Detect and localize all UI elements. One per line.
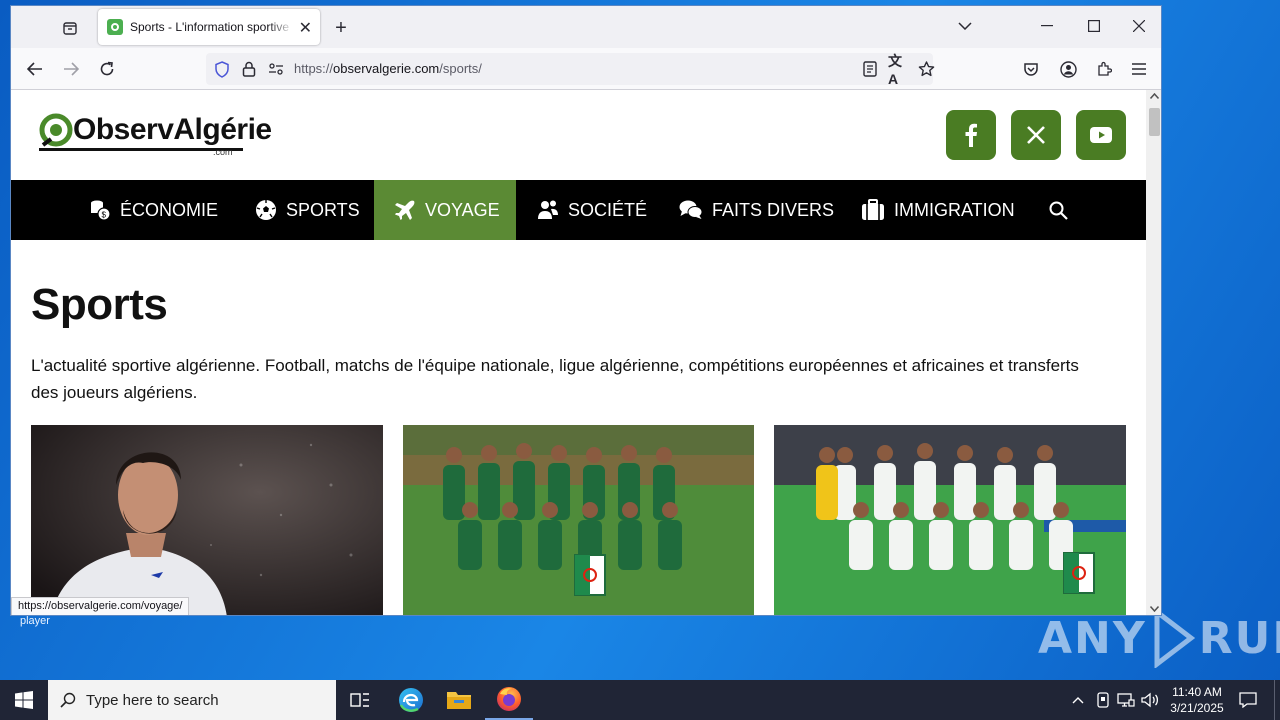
scroll-down-arrow-icon[interactable]: [1150, 606, 1159, 612]
url-text[interactable]: https://observalgerie.com/sports/: [294, 61, 482, 76]
youtube-icon: [1090, 127, 1112, 143]
search-icon: [1049, 201, 1068, 220]
firefox-taskbar-button[interactable]: [485, 680, 533, 720]
bookmark-star-icon[interactable]: [916, 59, 936, 79]
volume-icon[interactable]: [1141, 691, 1159, 709]
network-icon[interactable]: [1117, 691, 1135, 709]
nav-item-societe[interactable]: SOCIÉTÉ: [537, 180, 647, 240]
clock-time: 11:40 AM: [1172, 685, 1222, 699]
folder-icon: [447, 692, 471, 709]
close-window-icon[interactable]: [1129, 16, 1149, 36]
tray-device-icon[interactable]: [1094, 691, 1112, 709]
people-icon: [538, 200, 558, 219]
tab-bar: Sports - L'information sportive algérien…: [11, 6, 1161, 48]
player-photo: [31, 425, 383, 615]
logo-subtext: .com: [213, 147, 233, 157]
translate-icon[interactable]: 文A: [888, 53, 908, 87]
x-icon: [1027, 126, 1045, 144]
youtube-button[interactable]: [1076, 110, 1126, 160]
facebook-icon: [965, 123, 977, 147]
reader-view-icon[interactable]: [860, 59, 880, 79]
navigation-toolbar: https://observalgerie.com/sports/ 文A: [11, 48, 1161, 90]
suitcase-icon: [862, 199, 884, 220]
watermark-play-icon: [1154, 608, 1195, 668]
site-favicon-icon: [107, 19, 123, 35]
new-tab-icon[interactable]: +: [329, 16, 353, 40]
edge-icon: [399, 688, 423, 712]
plane-icon: [395, 200, 415, 220]
list-tabs-chevron-down-icon[interactable]: [955, 16, 975, 36]
firefox-icon: [497, 687, 521, 711]
tray-chevron-up-icon[interactable]: [1070, 692, 1086, 708]
nav-item-sports[interactable]: SPORTS: [255, 180, 360, 240]
search-icon: [60, 692, 76, 708]
article-card-image-player[interactable]: [31, 425, 383, 615]
scroll-up-arrow-icon[interactable]: [1150, 93, 1159, 99]
nav-item-immigration[interactable]: IMMIGRATION: [861, 180, 1015, 240]
page-scrollbar[interactable]: [1146, 90, 1161, 615]
watermark-text-left: ANY: [1038, 612, 1147, 664]
facebook-button[interactable]: [946, 110, 996, 160]
browser-window: Sports - L'information sportive algérien…: [10, 5, 1162, 616]
article-card-image-team-white[interactable]: [774, 425, 1126, 615]
taskbar-search-box[interactable]: Type here to search: [48, 680, 336, 720]
windows-taskbar: Type here to search 11:40 AM 3/21/2025: [0, 680, 1280, 720]
team-green-photo: [403, 425, 754, 615]
file-explorer-taskbar-button[interactable]: [435, 680, 483, 720]
article-card-image-team-green[interactable]: [403, 425, 754, 615]
account-icon[interactable]: [1058, 59, 1078, 79]
site-logo[interactable]: ObservAlgérie .com: [39, 112, 272, 157]
tray-clock[interactable]: 11:40 AM 3/21/2025: [1165, 684, 1229, 716]
x-twitter-button[interactable]: [1011, 110, 1061, 160]
main-navigation: $ ÉCONOMIE SPORTS VOYAGE SOCIÉTÉ FAITS D…: [11, 180, 1146, 240]
anyrun-watermark: ANY RUN: [1038, 608, 1280, 668]
maximize-icon[interactable]: [1084, 16, 1104, 36]
nav-item-voyage[interactable]: VOYAGE: [374, 180, 516, 240]
reload-icon[interactable]: [97, 59, 117, 79]
nav-item-faits-divers[interactable]: FAITS DIVERS: [679, 180, 834, 240]
search-placeholder: Type here to search: [86, 691, 219, 709]
url-bar[interactable]: https://observalgerie.com/sports/ 文A: [206, 53, 936, 87]
back-arrow-icon[interactable]: [25, 59, 45, 79]
notifications-icon[interactable]: [1238, 691, 1258, 709]
tab-active[interactable]: Sports - L'information sportive algérien…: [98, 9, 320, 45]
forward-arrow-icon[interactable]: [61, 59, 81, 79]
web-page: ObservAlgérie .com $ ÉCONOMIE SPORTS VOY…: [11, 90, 1146, 615]
tab-close-icon[interactable]: ✕: [299, 18, 312, 38]
scroll-thumb[interactable]: [1149, 108, 1160, 136]
lock-icon[interactable]: [239, 59, 259, 79]
start-button[interactable]: [0, 680, 48, 720]
team-white-photo: [774, 425, 1126, 615]
page-title: Sports: [31, 280, 168, 329]
soccer-ball-icon: [256, 200, 276, 220]
menu-hamburger-icon[interactable]: [1129, 59, 1149, 79]
logo-eye-icon: [39, 113, 73, 147]
firefox-view-icon[interactable]: [59, 17, 81, 39]
extensions-icon[interactable]: [1094, 59, 1114, 79]
edge-taskbar-button[interactable]: [387, 680, 435, 720]
permissions-icon[interactable]: [266, 59, 286, 79]
show-desktop-divider[interactable]: [1274, 680, 1275, 720]
svg-text:$: $: [102, 211, 107, 220]
pocket-icon[interactable]: [1021, 59, 1041, 79]
tab-title: Sports - L'information sportive algérien…: [130, 20, 293, 34]
minimize-icon[interactable]: [1037, 16, 1057, 36]
logo-text: ObservAlgérie: [73, 113, 272, 146]
nav-item-economie[interactable]: $ ÉCONOMIE: [89, 180, 218, 240]
task-view-icon: [350, 693, 369, 707]
watermark-text-right: RUN: [1198, 612, 1280, 664]
shield-icon[interactable]: [212, 59, 232, 79]
windows-logo-icon: [15, 691, 33, 709]
link-status-tooltip: https://observalgerie.com/voyage/: [11, 597, 190, 615]
desktop-icon-label[interactable]: player: [20, 615, 50, 627]
task-view-button[interactable]: [336, 680, 384, 720]
coins-icon: $: [91, 200, 111, 221]
page-description: L'actualité sportive algérienne. Footbal…: [31, 356, 1079, 402]
clock-date: 3/21/2025: [1170, 701, 1224, 715]
comments-icon: [679, 200, 703, 219]
nav-search-button[interactable]: [1049, 180, 1077, 240]
